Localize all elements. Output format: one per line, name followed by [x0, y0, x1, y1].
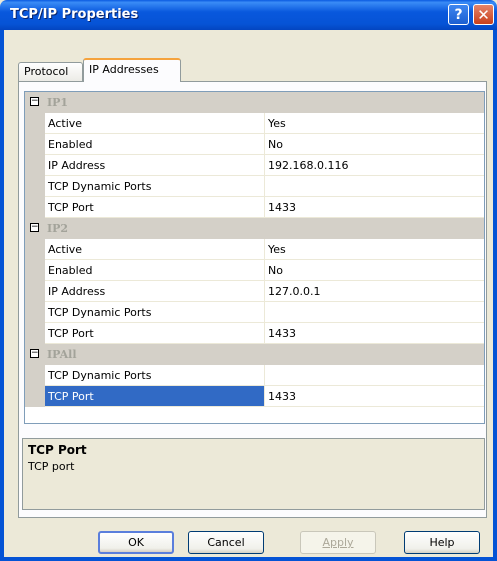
grid-row[interactable]: TCP Dynamic Ports [25, 176, 484, 197]
property-value[interactable]: 1433 [265, 386, 484, 407]
grid-row[interactable]: IP Address 192.168.0.116 [25, 155, 484, 176]
category-ipall[interactable]: − IPAll [25, 344, 484, 365]
grid-row[interactable]: TCP Port 1433 [25, 323, 484, 344]
grid-row[interactable]: TCP Port 1433 [25, 197, 484, 218]
property-value[interactable]: 1433 [265, 197, 484, 218]
row-gutter [25, 113, 45, 134]
grid-row[interactable]: Active Yes [25, 239, 484, 260]
property-name: TCP Dynamic Ports [45, 176, 265, 197]
property-name: TCP Dynamic Ports [45, 302, 265, 323]
category-label: IPAll [47, 348, 77, 361]
description-pane: TCP Port TCP port [22, 438, 485, 510]
property-grid[interactable]: − IP1 Active Yes Enabled No IP Address 192.… [24, 91, 485, 424]
property-value[interactable]: 1433 [265, 323, 484, 344]
row-gutter [25, 365, 45, 386]
tab-ip-addresses[interactable]: IP Addresses [83, 58, 181, 82]
property-value[interactable]: Yes [265, 239, 484, 260]
category-ip2[interactable]: − IP2 [25, 218, 484, 239]
row-gutter [25, 176, 45, 197]
grid-row[interactable]: Enabled No [25, 134, 484, 155]
row-gutter [25, 281, 45, 302]
window-frame-bottom [0, 557, 497, 561]
description-text: TCP port [28, 460, 75, 473]
grid-row[interactable]: TCP Dynamic Ports [25, 302, 484, 323]
property-value[interactable]: No [265, 134, 484, 155]
property-value[interactable] [265, 176, 484, 197]
row-gutter [25, 134, 45, 155]
grid-row[interactable]: Active Yes [25, 113, 484, 134]
row-gutter [25, 260, 45, 281]
collapse-icon[interactable]: − [30, 349, 39, 358]
collapse-icon[interactable]: − [30, 223, 39, 232]
category-label: IP2 [47, 222, 69, 235]
row-gutter [25, 302, 45, 323]
row-gutter [25, 323, 45, 344]
row-gutter [25, 239, 45, 260]
window-title: TCP/IP Properties [10, 7, 139, 22]
property-name: Enabled [45, 134, 265, 155]
grid-row-selected[interactable]: TCP Port 1433 [25, 386, 484, 407]
row-gutter [25, 197, 45, 218]
row-gutter [25, 155, 45, 176]
apply-button[interactable]: Apply [300, 531, 376, 554]
grid-row[interactable]: IP Address 127.0.0.1 [25, 281, 484, 302]
window-frame-right [493, 30, 497, 561]
property-name: TCP Dynamic Ports [45, 365, 265, 386]
property-value[interactable]: 127.0.0.1 [265, 281, 484, 302]
property-name: TCP Port [45, 197, 265, 218]
property-value[interactable]: 192.168.0.116 [265, 155, 484, 176]
property-value[interactable] [265, 302, 484, 323]
tab-protocol[interactable]: Protocol [18, 62, 83, 81]
property-name: Active [45, 113, 265, 134]
property-name: TCP Port [45, 323, 265, 344]
cancel-button[interactable]: Cancel [188, 531, 264, 554]
collapse-icon[interactable]: − [30, 97, 39, 106]
grid-row[interactable]: TCP Dynamic Ports [25, 365, 484, 386]
ok-button[interactable]: OK [98, 531, 174, 554]
property-value[interactable] [265, 365, 484, 386]
category-ip1[interactable]: − IP1 [25, 92, 484, 113]
row-gutter [25, 386, 45, 407]
close-icon[interactable]: ✕ [473, 4, 494, 25]
description-title: TCP Port [28, 443, 87, 457]
property-value[interactable]: No [265, 260, 484, 281]
grid-row[interactable]: Enabled No [25, 260, 484, 281]
help-icon[interactable]: ? [448, 4, 469, 25]
property-name: IP Address [45, 155, 265, 176]
category-label: IP1 [47, 96, 69, 109]
title-bar[interactable]: TCP/IP Properties ? ✕ [0, 0, 497, 30]
property-name: TCP Port [45, 386, 265, 407]
property-name: IP Address [45, 281, 265, 302]
property-value[interactable]: Yes [265, 113, 484, 134]
help-button[interactable]: Help [404, 531, 480, 554]
property-name: Enabled [45, 260, 265, 281]
property-name: Active [45, 239, 265, 260]
